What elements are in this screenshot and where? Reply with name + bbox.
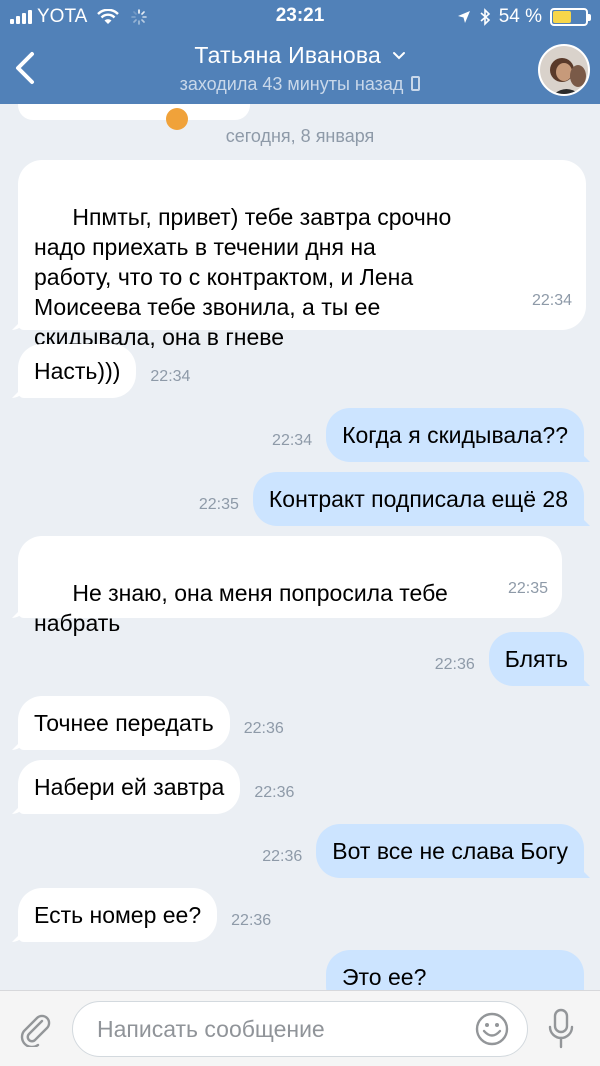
message-incoming: Насть))) 22:34 [18,344,190,398]
message-incoming: Точнее передать 22:36 [18,696,284,750]
message-bubble[interactable]: Вот все не слава Богу [316,824,584,878]
message-bubble[interactable]: Набери ей завтра [18,760,241,814]
message-time: 22:36 [262,848,303,865]
message-bubble[interactable]: Есть номер ее? [18,888,218,942]
message-bubble[interactable]: Когда я скидывала?? [326,408,584,462]
paperclip-icon[interactable] [18,1011,52,1047]
battery-level [553,11,572,23]
header: YOTA 23:21 54 % Татьяна Иванова заходила… [0,0,600,104]
message-bubble[interactable]: Контракт подписала ещё 28 [252,472,584,526]
message-text: Нпмтьг, привет) тебе завтра срочно надо … [34,204,452,350]
message-bubble[interactable]: Блять [488,632,584,686]
message-bubble[interactable]: Нпмтьг, привет) тебе завтра срочно надо … [18,160,586,350]
battery-percent: 54 % [498,6,542,27]
nav-bar: Татьяна Иванова заходила 43 минуты назад [0,34,600,104]
message-text: Не знаю, она меня попросила тебе набрать [34,580,448,636]
message-incoming: Нпмтьг, привет) тебе завтра срочно надо … [18,160,586,350]
message-incoming: Есть номер ее? 22:36 [18,888,271,942]
battery-icon [550,8,591,26]
chevron-down-icon [392,52,405,60]
message-time: 22:35 [507,580,548,597]
message-outgoing: Когда я скидывала?? 22:34 [272,408,584,462]
contact-name: Татьяна Иванова [194,42,382,68]
message-bubble[interactable]: Это ее? [326,950,584,990]
message-time: 22:36 [243,720,284,737]
message-bubble[interactable]: Насть))) [18,344,137,398]
message-time: 22:36 [254,784,295,801]
message-input[interactable] [72,1001,528,1057]
message-outgoing: Вот все не слава Богу 22:36 [262,824,584,878]
location-arrow-icon [457,11,470,23]
message-time: 22:35 [198,496,239,513]
message-text: Набери ей завтра [34,774,225,800]
message-text: Точнее передать [34,710,214,736]
bluetooth-icon [480,8,490,26]
message-list[interactable]: сегодня, 8 января Нпмтьг, привет) тебе з… [0,104,600,990]
message-text: Насть))) [34,358,121,384]
message-bubble[interactable]: Точнее передать [18,696,230,750]
message-incoming: Не знаю, она меня попросила тебе набрать… [18,536,562,636]
message-text: Вот все не слава Богу [332,838,568,864]
last-seen-status: заходила 43 минуты назад [0,74,600,95]
status-bar: YOTA 23:21 54 % [0,0,600,34]
compose-bar [0,990,600,1066]
previous-message-bubble[interactable] [18,104,250,130]
date-separator: сегодня, 8 января [225,126,375,146]
microphone-icon[interactable] [546,1007,576,1051]
message-text: Когда я скидывала?? [342,422,568,448]
status-bar-right: 54 % [457,6,591,28]
message-time: 22:34 [150,368,191,385]
contact-avatar[interactable] [538,44,590,96]
message-bubble[interactable]: Не знаю, она меня попросила тебе набрать… [18,536,562,636]
message-time: 22:34 [272,432,313,449]
message-text: Есть номер ее? [34,902,202,928]
message-outgoing: Это ее? [326,950,584,990]
message-text: Контракт подписала ещё 28 [268,486,568,512]
message-time: 22:36 [231,912,272,929]
contact-name-title[interactable]: Татьяна Иванова [0,42,600,69]
smiley-icon[interactable] [474,1011,510,1047]
last-seen-text: заходила 43 минуты назад [179,74,404,94]
message-time: 22:36 [434,656,475,673]
message-incoming: Набери ей завтра 22:36 [18,760,294,814]
message-text: Блять [504,646,568,672]
message-outgoing: Блять 22:36 [435,632,584,686]
phone-icon [411,76,421,91]
message-outgoing: Контракт подписала ещё 28 22:35 [199,472,584,526]
message-text: Это ее? [342,964,427,990]
message-time: 22:34 [531,292,572,309]
